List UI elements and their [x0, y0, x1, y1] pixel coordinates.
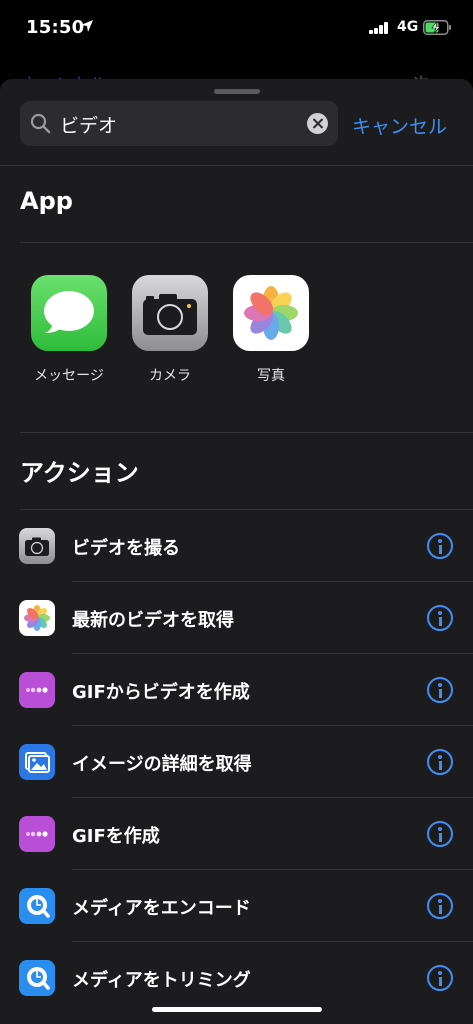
- photos-icon: [19, 600, 55, 636]
- action-label: 最新のビデオを取得: [72, 610, 234, 631]
- search-field[interactable]: ビデオ: [20, 101, 338, 146]
- location-arrow-icon: [81, 20, 93, 32]
- sheet-grabber[interactable]: [214, 89, 260, 94]
- action-label: メディアをエンコード: [72, 898, 251, 919]
- app-label: 写真: [257, 368, 285, 384]
- action-row-make-video-from-gif[interactable]: GIFからビデオを作成: [0, 654, 473, 726]
- quicktime-icon: [19, 960, 55, 996]
- search-icon: [30, 113, 51, 134]
- gif-icon: [19, 816, 55, 852]
- info-icon[interactable]: [427, 821, 453, 847]
- app-tile-photos[interactable]: 写真: [221, 275, 321, 385]
- messages-icon: [31, 275, 107, 351]
- app-tile-messages[interactable]: メッセージ: [19, 275, 119, 385]
- info-icon[interactable]: [427, 893, 453, 919]
- info-icon[interactable]: [427, 965, 453, 991]
- action-row-encode-media[interactable]: メディアをエンコード: [0, 870, 473, 942]
- search-input[interactable]: ビデオ: [60, 111, 117, 138]
- action-label: ビデオを撮る: [72, 538, 180, 559]
- app-tile-camera[interactable]: カメラ: [120, 275, 220, 385]
- action-row-get-image-details[interactable]: イメージの詳細を取得: [0, 726, 473, 798]
- app-label: メッセージ: [34, 368, 104, 384]
- action-row-take-video[interactable]: ビデオを撮る: [0, 510, 473, 582]
- camera-icon: [19, 528, 55, 564]
- action-label: GIFを作成: [72, 826, 160, 847]
- info-icon[interactable]: [427, 605, 453, 631]
- battery-charging-icon: [423, 20, 451, 35]
- actions-section-title: アクション: [20, 459, 139, 487]
- action-label: GIFからビデオを作成: [72, 682, 250, 703]
- network-type: 4G: [397, 19, 419, 35]
- app-label: カメラ: [149, 368, 191, 384]
- info-icon[interactable]: [427, 533, 453, 559]
- status-time: 15:50: [26, 17, 85, 38]
- divider: [0, 165, 473, 166]
- status-bar: 15:50 4G: [0, 0, 473, 56]
- image-icon: [19, 744, 55, 780]
- search-sheet: ビデオ キャンセル App メッセージ カメラ 写真 アクション ビデオを撮る …: [0, 79, 473, 1024]
- action-row-get-latest-video[interactable]: 最新のビデオを取得: [0, 582, 473, 654]
- action-label: イメージの詳細を取得: [72, 754, 252, 775]
- divider: [20, 242, 473, 243]
- info-icon[interactable]: [427, 677, 453, 703]
- clear-search-icon[interactable]: [307, 113, 328, 134]
- photos-icon: [233, 275, 309, 351]
- cancel-button[interactable]: キャンセル: [352, 112, 447, 139]
- info-icon[interactable]: [427, 749, 453, 775]
- gif-icon: [19, 672, 55, 708]
- divider: [20, 432, 473, 433]
- action-row-make-gif[interactable]: GIFを作成: [0, 798, 473, 870]
- camera-icon: [132, 275, 208, 351]
- action-label: メディアをトリミング: [72, 970, 251, 991]
- action-row-trim-media[interactable]: メディアをトリミング: [0, 942, 473, 1014]
- quicktime-icon: [19, 888, 55, 924]
- home-indicator[interactable]: [152, 1007, 322, 1012]
- apps-section-title: App: [20, 187, 73, 215]
- cellular-signal-icon: [369, 22, 389, 34]
- screen: 15:50 4G キャンセル 次へ ビデオ: [0, 0, 473, 1024]
